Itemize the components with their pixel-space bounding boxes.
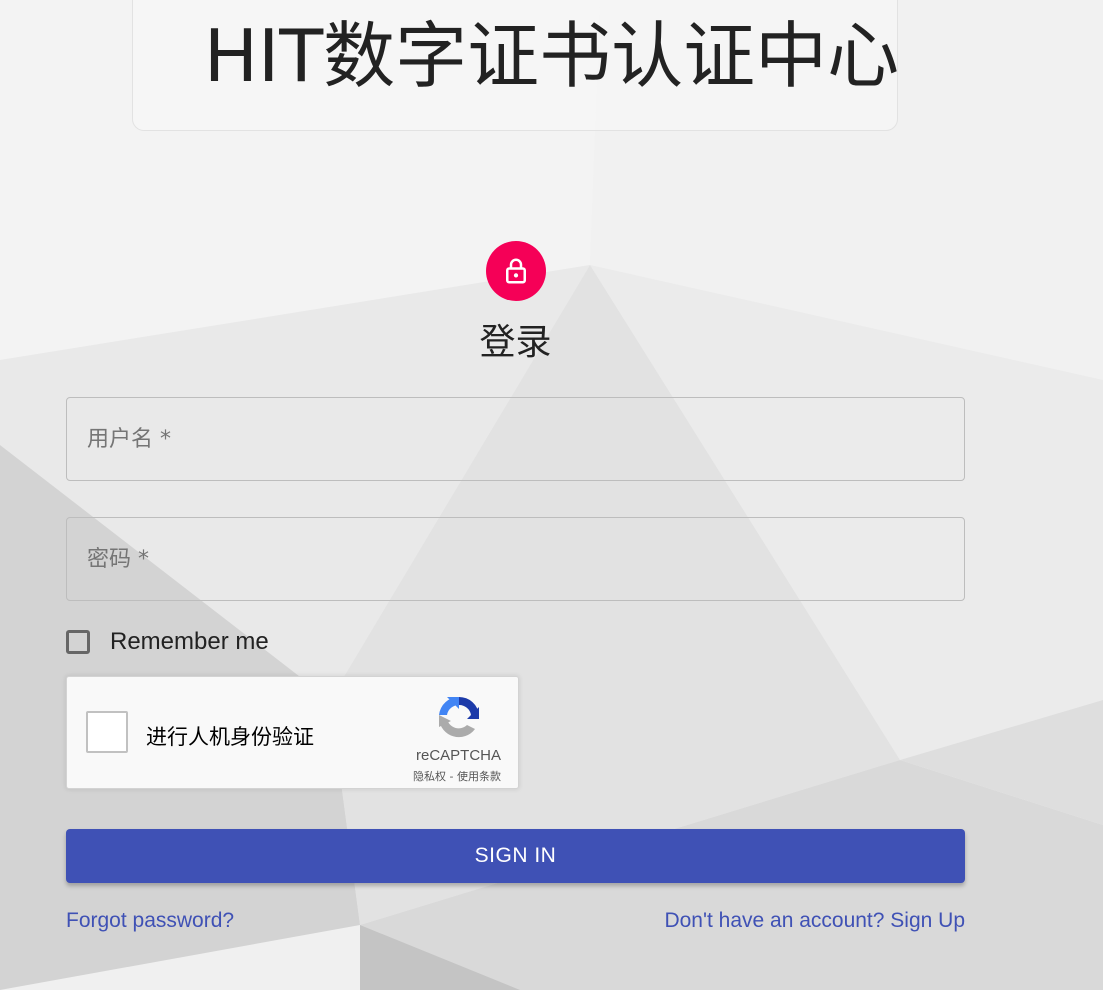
remember-label[interactable]: Remember me	[110, 628, 269, 656]
sign-in-button[interactable]: SIGN IN	[66, 829, 965, 883]
recaptcha-links[interactable]: 隐私权 - 使用条款	[413, 768, 501, 784]
recaptcha-checkbox[interactable]	[86, 711, 128, 753]
recaptcha-logo-icon	[439, 696, 479, 738]
password-field[interactable]	[66, 517, 965, 601]
recaptcha-label: 进行人机身份验证	[146, 725, 314, 749]
password-input[interactable]	[67, 518, 964, 600]
forgot-password-link[interactable]: Forgot password?	[66, 909, 234, 933]
lock-icon	[506, 258, 526, 284]
sign-up-link[interactable]: Don't have an account? Sign Up	[664, 909, 965, 933]
recaptcha-widget: 进行人机身份验证 reCAPTCHA 隐私权 - 使用条款	[66, 676, 519, 789]
login-heading: 登录	[479, 322, 552, 363]
remember-me[interactable]: Remember me	[66, 628, 269, 656]
username-field[interactable]	[66, 397, 965, 481]
lock-avatar	[486, 241, 546, 301]
page-title: HIT数字证书认证中心	[203, 14, 900, 98]
username-input[interactable]	[67, 398, 964, 480]
remember-checkbox[interactable]	[66, 630, 90, 654]
recaptcha-brand: reCAPTCHA	[415, 747, 501, 764]
